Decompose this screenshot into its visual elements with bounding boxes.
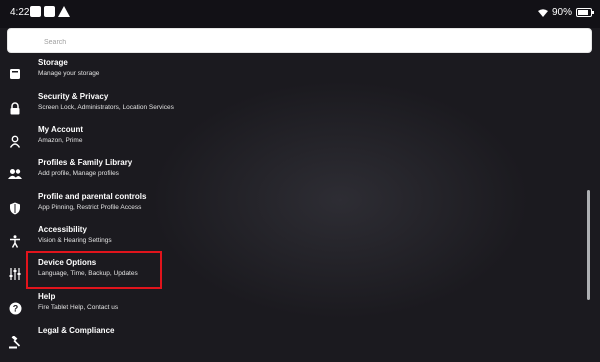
notification-app-icon: [30, 6, 41, 17]
accessibility-icon: [8, 234, 22, 248]
status-right: 90%: [537, 7, 594, 18]
shield-icon: [8, 201, 22, 215]
settings-item-storage[interactable]: Storage Manage your storage: [0, 58, 560, 90]
sliders-icon: [8, 267, 22, 281]
settings-item-parental-controls[interactable]: Profile and parental controls App Pinnin…: [0, 192, 560, 224]
settings-item-title: Storage: [38, 58, 68, 67]
settings-item-subtitle: App Pinning, Restrict Profile Access: [38, 204, 142, 211]
status-bar: 4:22 90%: [0, 0, 600, 28]
warning-icon: [58, 6, 70, 17]
storage-icon: [8, 67, 22, 81]
settings-item-title: Accessibility: [38, 225, 87, 234]
lock-icon: [8, 101, 22, 115]
search-input[interactable]: [42, 34, 566, 50]
notification-app-icon: [44, 6, 55, 17]
notification-icons: [30, 6, 70, 17]
settings-item-subtitle: Amazon, Prime: [38, 137, 83, 144]
settings-item-title: Security & Privacy: [38, 92, 109, 101]
settings-item-subtitle: Fire Tablet Help, Contact us: [38, 304, 119, 311]
settings-item-my-account[interactable]: My Account Amazon, Prime: [0, 125, 560, 157]
settings-item-profiles[interactable]: Profiles & Family Library Add profile, M…: [0, 158, 560, 190]
status-time: 4:22: [10, 7, 30, 18]
settings-item-security-privacy[interactable]: Security & Privacy Screen Lock, Administ…: [0, 92, 560, 124]
battery-percent: 90%: [551, 7, 572, 18]
settings-item-title: Profile and parental controls: [38, 192, 147, 201]
settings-item-title: My Account: [38, 125, 84, 134]
settings-item-subtitle: Add profile, Manage profiles: [38, 170, 119, 177]
settings-item-title: Help: [38, 292, 56, 301]
search-bar[interactable]: [7, 28, 592, 53]
person-icon: [8, 134, 22, 148]
settings-item-subtitle: Manage your storage: [38, 70, 100, 77]
settings-item-help[interactable]: ? Help Fire Tablet Help, Contact us: [0, 292, 560, 324]
people-icon: [8, 167, 22, 181]
settings-item-subtitle: Screen Lock, Administrators, Location Se…: [38, 104, 174, 111]
battery-icon: [576, 8, 594, 17]
settings-item-legal-compliance[interactable]: Legal & Compliance: [0, 326, 560, 358]
settings-item-title: Profiles & Family Library: [38, 158, 133, 167]
highlight-box: [26, 251, 162, 289]
settings-item-title: Legal & Compliance: [38, 326, 115, 335]
scrollbar[interactable]: [587, 190, 590, 300]
gavel-icon: [8, 335, 22, 349]
settings-item-subtitle: Vision & Hearing Settings: [38, 237, 112, 244]
wifi-icon: [537, 8, 548, 17]
svg-text:?: ?: [12, 303, 18, 313]
help-icon: ?: [8, 301, 22, 315]
